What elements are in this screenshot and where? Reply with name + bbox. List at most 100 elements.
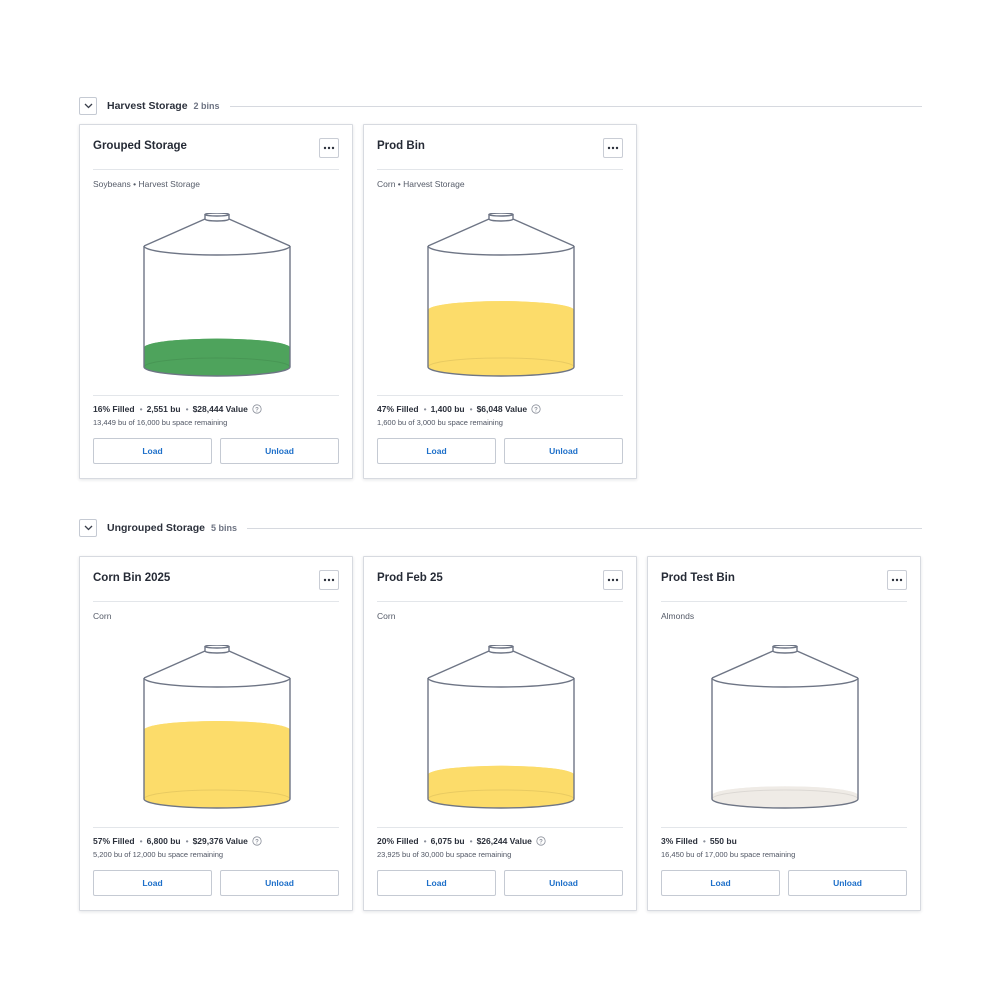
bin-subtitle: Corn • Harvest Storage bbox=[377, 179, 465, 189]
info-icon[interactable]: ? bbox=[252, 836, 262, 846]
bin-stats: 16% Filled • 2,551 bu • $28,444 Value ? bbox=[93, 404, 262, 414]
unload-button[interactable]: Unload bbox=[504, 870, 623, 896]
chevron-down-icon bbox=[84, 103, 92, 109]
chevron-down-icon bbox=[84, 525, 92, 531]
bin-title: Grouped Storage bbox=[93, 140, 187, 152]
separator-dot: • bbox=[702, 836, 706, 846]
grain-surface bbox=[712, 786, 858, 805]
space-remaining: 16,450 bu of 17,000 bu space remaining bbox=[661, 850, 796, 859]
fill-percent-label: 20% Filled bbox=[377, 836, 419, 846]
load-button[interactable]: Load bbox=[377, 870, 496, 896]
silo-icon bbox=[711, 644, 859, 809]
group-header: Ungrouped Storage 5 bins bbox=[79, 519, 922, 537]
group-ungrouped-storage: Ungrouped Storage 5 bins Corn Bin 2025 C… bbox=[79, 519, 922, 911]
svg-text:?: ? bbox=[255, 407, 259, 413]
bushels-label: 2,551 bu bbox=[146, 404, 181, 414]
bin-stats: 57% Filled • 6,800 bu • $29,376 Value ? bbox=[93, 836, 262, 846]
group-bin-count: 5 bins bbox=[211, 523, 238, 533]
info-icon[interactable]: ? bbox=[536, 836, 546, 846]
silo-icon bbox=[427, 644, 575, 809]
divider bbox=[93, 395, 339, 396]
separator-dot: • bbox=[469, 404, 473, 414]
silo-graphic bbox=[648, 644, 922, 815]
separator-dot: • bbox=[139, 404, 143, 414]
load-button[interactable]: Load bbox=[661, 870, 780, 896]
bushels-label: 550 bu bbox=[709, 836, 737, 846]
bushels-label: 1,400 bu bbox=[430, 404, 465, 414]
space-remaining: 1,600 bu of 3,000 bu space remaining bbox=[377, 418, 503, 427]
svg-text:?: ? bbox=[534, 407, 538, 413]
silo-graphic bbox=[364, 644, 638, 815]
grain-surface bbox=[428, 765, 574, 784]
bin-card: Corn Bin 2025 Corn 57% Filled • 6,800 bu… bbox=[79, 556, 353, 911]
more-icon bbox=[323, 578, 335, 582]
grain-surface bbox=[428, 301, 574, 320]
svg-text:?: ? bbox=[255, 839, 259, 845]
bin-title: Corn Bin 2025 bbox=[93, 572, 171, 584]
unload-button[interactable]: Unload bbox=[504, 438, 623, 464]
bin-subtitle: Almonds bbox=[661, 611, 695, 621]
more-options-button[interactable] bbox=[887, 570, 907, 590]
value-label: $6,048 Value bbox=[476, 404, 528, 414]
collapse-toggle-button[interactable] bbox=[79, 97, 97, 115]
separator-dot: • bbox=[423, 836, 427, 846]
more-icon bbox=[607, 578, 619, 582]
more-icon bbox=[607, 146, 619, 150]
info-icon[interactable]: ? bbox=[531, 404, 541, 414]
bin-stats: 3% Filled • 550 bu bbox=[661, 836, 737, 846]
separator-dot: • bbox=[139, 836, 143, 846]
unload-button[interactable]: Unload bbox=[788, 870, 907, 896]
grain-surface bbox=[144, 338, 290, 357]
bin-title: Prod Test Bin bbox=[661, 572, 735, 584]
divider bbox=[377, 827, 623, 828]
silo-icon bbox=[427, 212, 575, 377]
silo-graphic bbox=[80, 644, 354, 815]
space-remaining: 5,200 bu of 12,000 bu space remaining bbox=[93, 850, 224, 859]
divider bbox=[377, 601, 623, 602]
bin-card: Prod Feb 25 Corn 20% Filled • 6,075 bu •… bbox=[363, 556, 637, 911]
bushels-label: 6,800 bu bbox=[146, 836, 181, 846]
bin-card: Prod Bin Corn • Harvest Storage 47% Fill… bbox=[363, 124, 637, 479]
divider bbox=[229, 105, 922, 107]
divider bbox=[661, 827, 907, 828]
separator-dot: • bbox=[185, 404, 189, 414]
grain-surface bbox=[144, 721, 290, 740]
silo-graphic bbox=[80, 212, 354, 383]
divider bbox=[377, 169, 623, 170]
load-button[interactable]: Load bbox=[377, 438, 496, 464]
silo-graphic bbox=[364, 212, 638, 383]
divider bbox=[247, 527, 922, 529]
separator-dot: • bbox=[423, 404, 427, 414]
separator-dot: • bbox=[185, 836, 189, 846]
more-options-button[interactable] bbox=[603, 570, 623, 590]
bin-stats: 47% Filled • 1,400 bu • $6,048 Value ? bbox=[377, 404, 541, 414]
fill-percent-label: 3% Filled bbox=[661, 836, 698, 846]
more-options-button[interactable] bbox=[603, 138, 623, 158]
silo-icon bbox=[143, 644, 291, 809]
group-title: Ungrouped Storage bbox=[107, 522, 206, 534]
space-remaining: 23,925 bu of 30,000 bu space remaining bbox=[377, 850, 512, 859]
value-label: $28,444 Value bbox=[192, 404, 248, 414]
divider bbox=[93, 601, 339, 602]
more-options-button[interactable] bbox=[319, 570, 339, 590]
divider bbox=[93, 827, 339, 828]
more-icon bbox=[891, 578, 903, 582]
info-icon[interactable]: ? bbox=[252, 404, 262, 414]
space-remaining: 13,449 bu of 16,000 bu space remaining bbox=[93, 418, 228, 427]
silo-icon bbox=[143, 212, 291, 377]
bin-subtitle: Corn bbox=[93, 611, 112, 621]
load-button[interactable]: Load bbox=[93, 870, 212, 896]
divider bbox=[93, 169, 339, 170]
bushels-label: 6,075 bu bbox=[430, 836, 465, 846]
fill-percent-label: 16% Filled bbox=[93, 404, 135, 414]
value-label: $26,244 Value bbox=[476, 836, 532, 846]
collapse-toggle-button[interactable] bbox=[79, 519, 97, 537]
fill-percent-label: 47% Filled bbox=[377, 404, 419, 414]
unload-button[interactable]: Unload bbox=[220, 870, 339, 896]
load-button[interactable]: Load bbox=[93, 438, 212, 464]
bin-title: Prod Bin bbox=[377, 140, 425, 152]
unload-button[interactable]: Unload bbox=[220, 438, 339, 464]
more-options-button[interactable] bbox=[319, 138, 339, 158]
svg-text:?: ? bbox=[539, 839, 543, 845]
divider bbox=[661, 601, 907, 602]
